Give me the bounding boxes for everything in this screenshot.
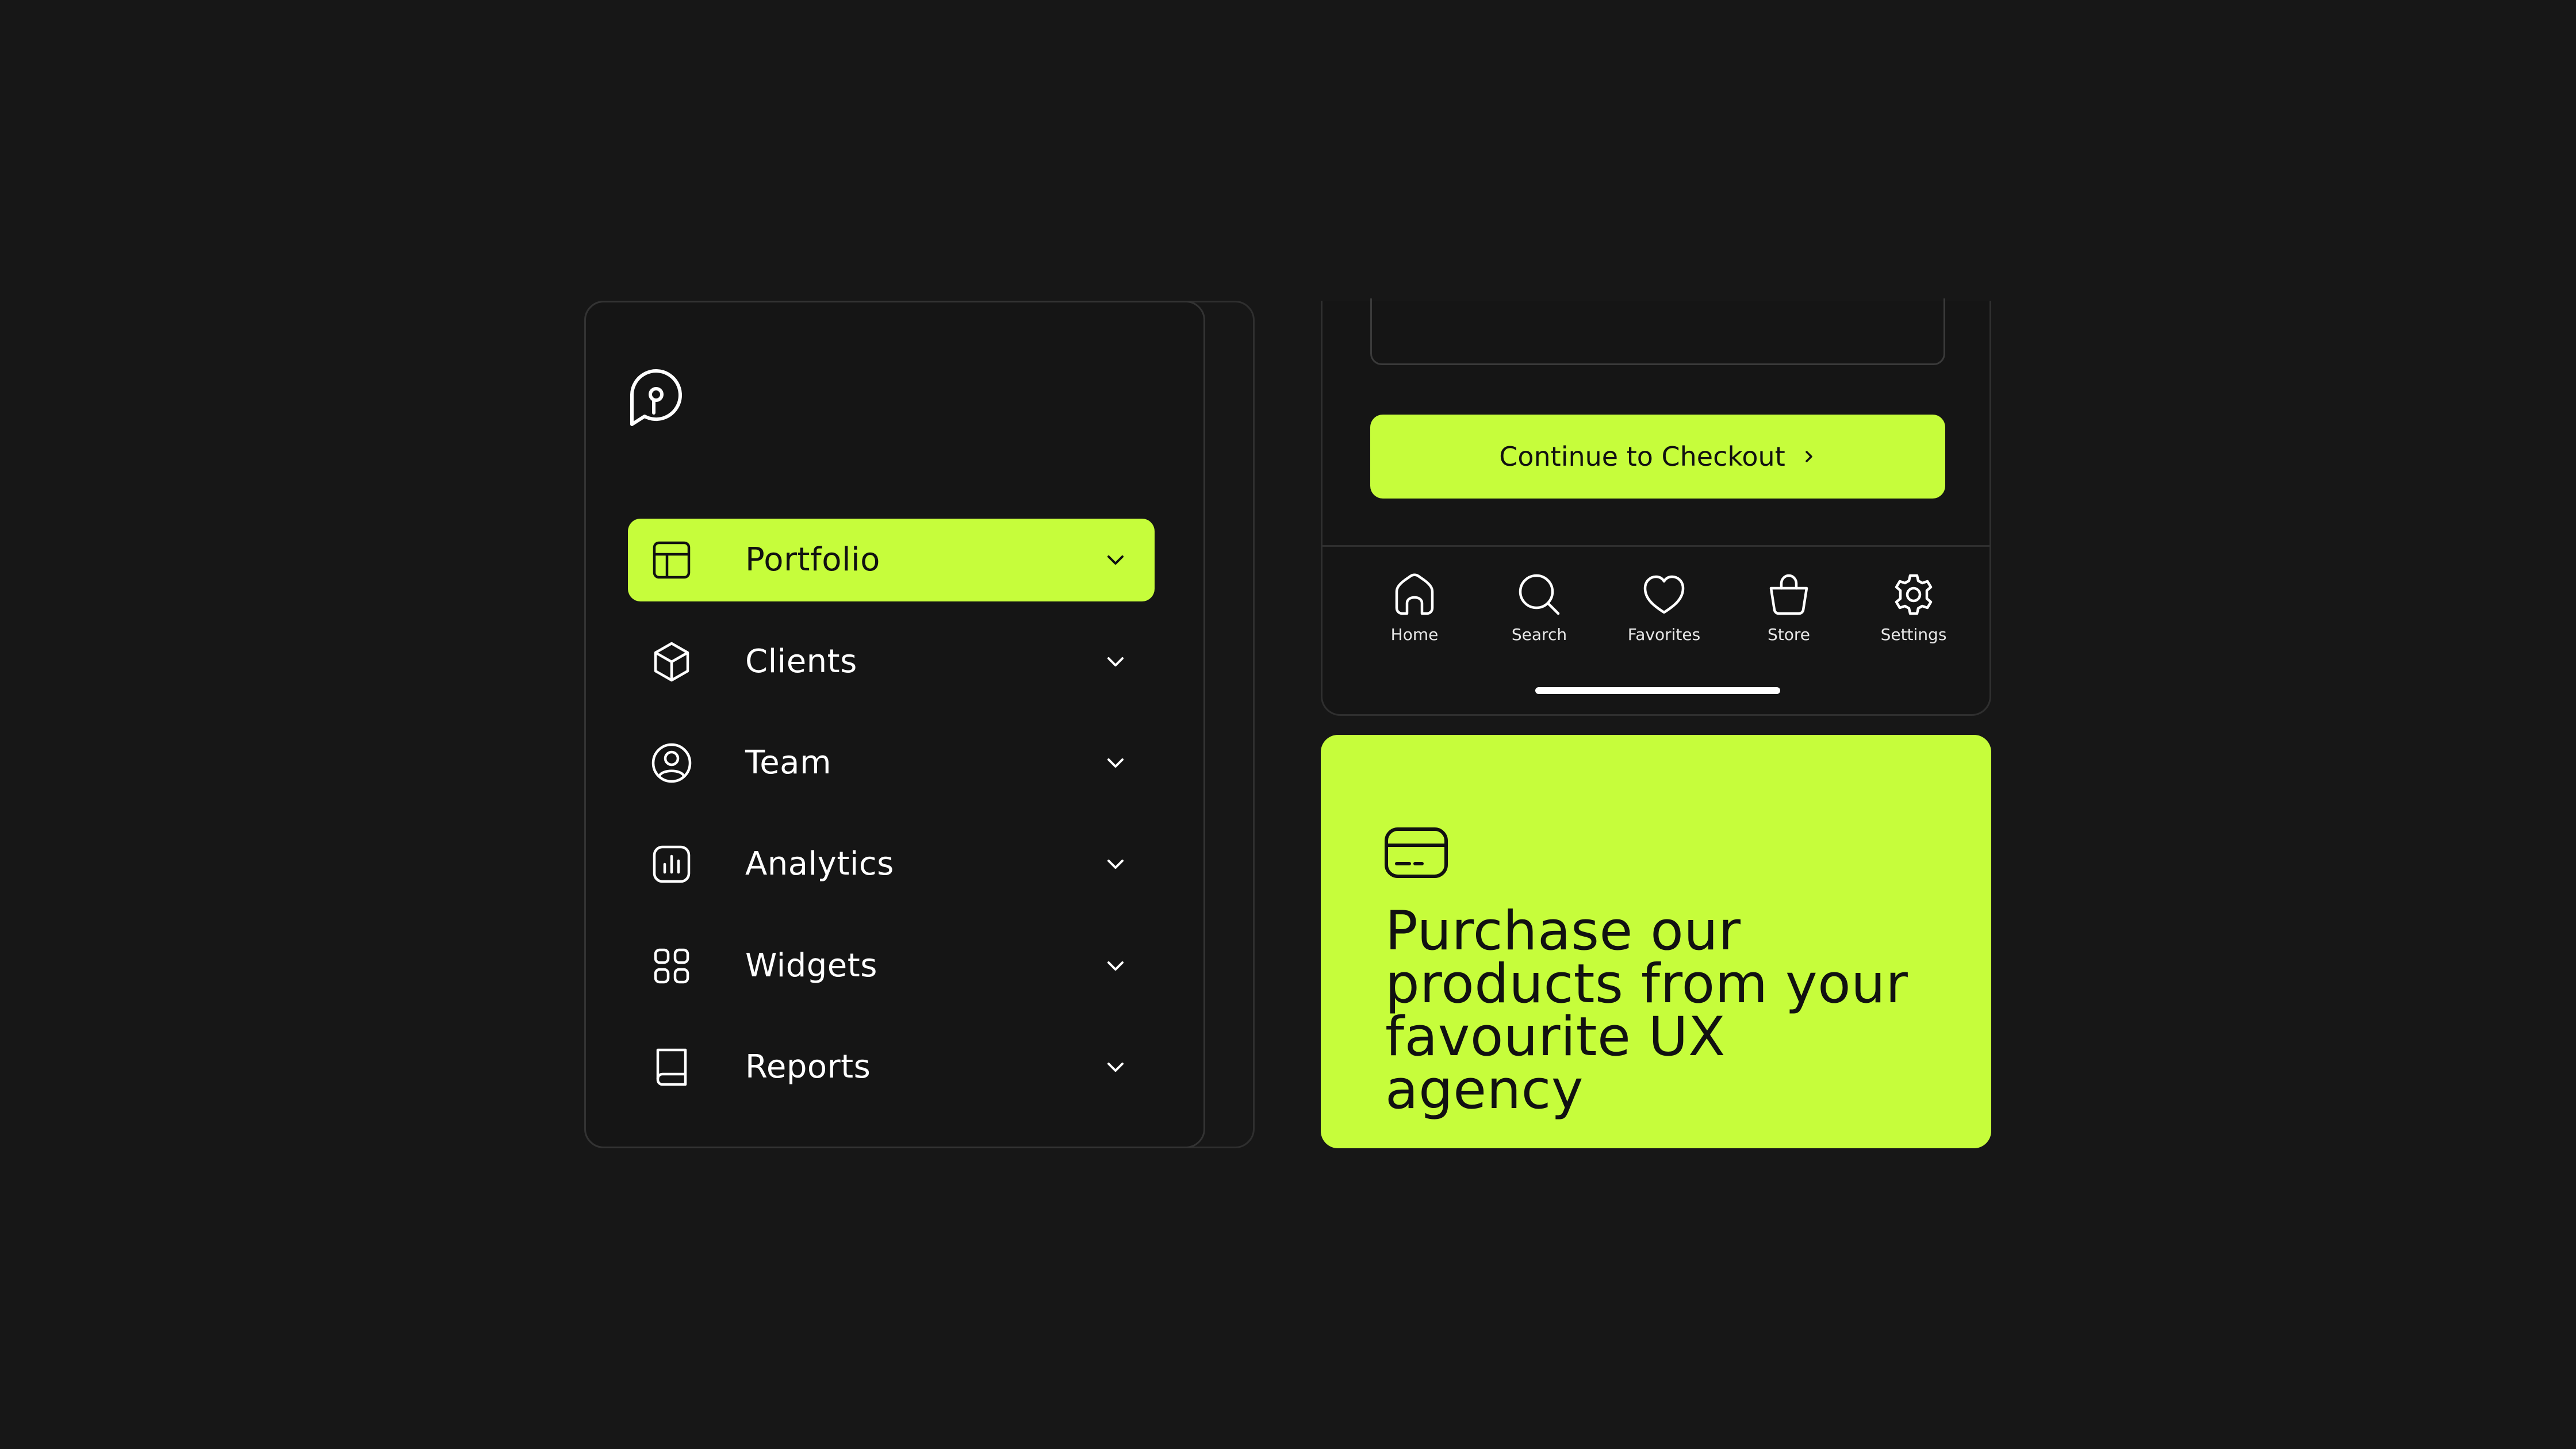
chevron-right-icon <box>1805 450 1812 462</box>
checkout-button-label: Continue to Checkout <box>1499 441 1785 472</box>
sidebar-item-label: Clients <box>745 643 857 680</box>
cube-icon <box>654 642 689 682</box>
sidebar-item-analytics[interactable]: Analytics <box>628 823 1155 906</box>
tab-label: Settings <box>1880 625 1947 644</box>
chevron-down-icon <box>1107 961 1124 971</box>
tab-search[interactable]: Search <box>1488 572 1591 658</box>
sidebar-item-label: Portfolio <box>745 541 880 578</box>
chevron-down-icon <box>1107 758 1124 768</box>
chevron-down-icon <box>1107 657 1124 666</box>
user-circle-icon <box>651 743 692 783</box>
checkout-panel: Continue to Checkout Home Search Favorit… <box>1321 298 1991 716</box>
layout-icon <box>653 541 691 579</box>
previous-input-field <box>1370 298 1945 365</box>
canvas: Portfolio Clients Team Analytics Widgets… <box>0 0 2576 1449</box>
bag-icon <box>1769 574 1808 615</box>
chevron-down-icon <box>1107 555 1124 565</box>
book-icon <box>656 1048 687 1086</box>
heart-icon <box>1643 575 1685 614</box>
sidebar-item-portfolio[interactable]: Portfolio <box>628 519 1155 601</box>
tab-label: Search <box>1511 625 1567 644</box>
search-icon <box>1519 574 1560 615</box>
sidebar-item-label: Analytics <box>745 845 894 883</box>
gear-icon <box>1895 574 1933 615</box>
tab-label: Store <box>1767 625 1810 644</box>
promo-card: Purchase our products from your favourit… <box>1321 735 1991 1148</box>
home-icon <box>1395 573 1434 615</box>
chevron-down-icon <box>1107 860 1124 869</box>
tab-label: Home <box>1390 625 1439 644</box>
tab-settings[interactable]: Settings <box>1862 572 1965 658</box>
pin-chat-logo-icon <box>630 369 682 426</box>
sidebar: Portfolio Clients Team Analytics Widgets… <box>584 301 1205 1148</box>
sidebar-item-team[interactable]: Team <box>628 722 1155 804</box>
chevron-down-icon <box>1107 1063 1124 1072</box>
tab-favorites[interactable]: Favorites <box>1612 572 1716 658</box>
bar-chart-icon <box>653 845 691 883</box>
tab-label: Favorites <box>1627 625 1701 644</box>
sidebar-item-label: Team <box>745 744 832 781</box>
tabbar-divider <box>1322 545 1989 547</box>
tab-store[interactable]: Store <box>1737 572 1841 658</box>
sidebar-item-label: Widgets <box>745 947 877 984</box>
continue-to-checkout-button[interactable]: Continue to Checkout <box>1370 415 1945 499</box>
sidebar-item-label: Reports <box>745 1048 871 1086</box>
grid-icon <box>654 948 689 984</box>
sidebar-item-reports[interactable]: Reports <box>628 1026 1155 1109</box>
home-indicator <box>1535 687 1780 694</box>
tab-home[interactable]: Home <box>1363 572 1466 658</box>
promo-headline: Purchase our products from your favourit… <box>1385 900 1908 1121</box>
credit-card-icon <box>1385 827 1448 878</box>
sidebar-item-widgets[interactable]: Widgets <box>628 925 1155 1007</box>
sidebar-item-clients[interactable]: Clients <box>628 620 1155 703</box>
